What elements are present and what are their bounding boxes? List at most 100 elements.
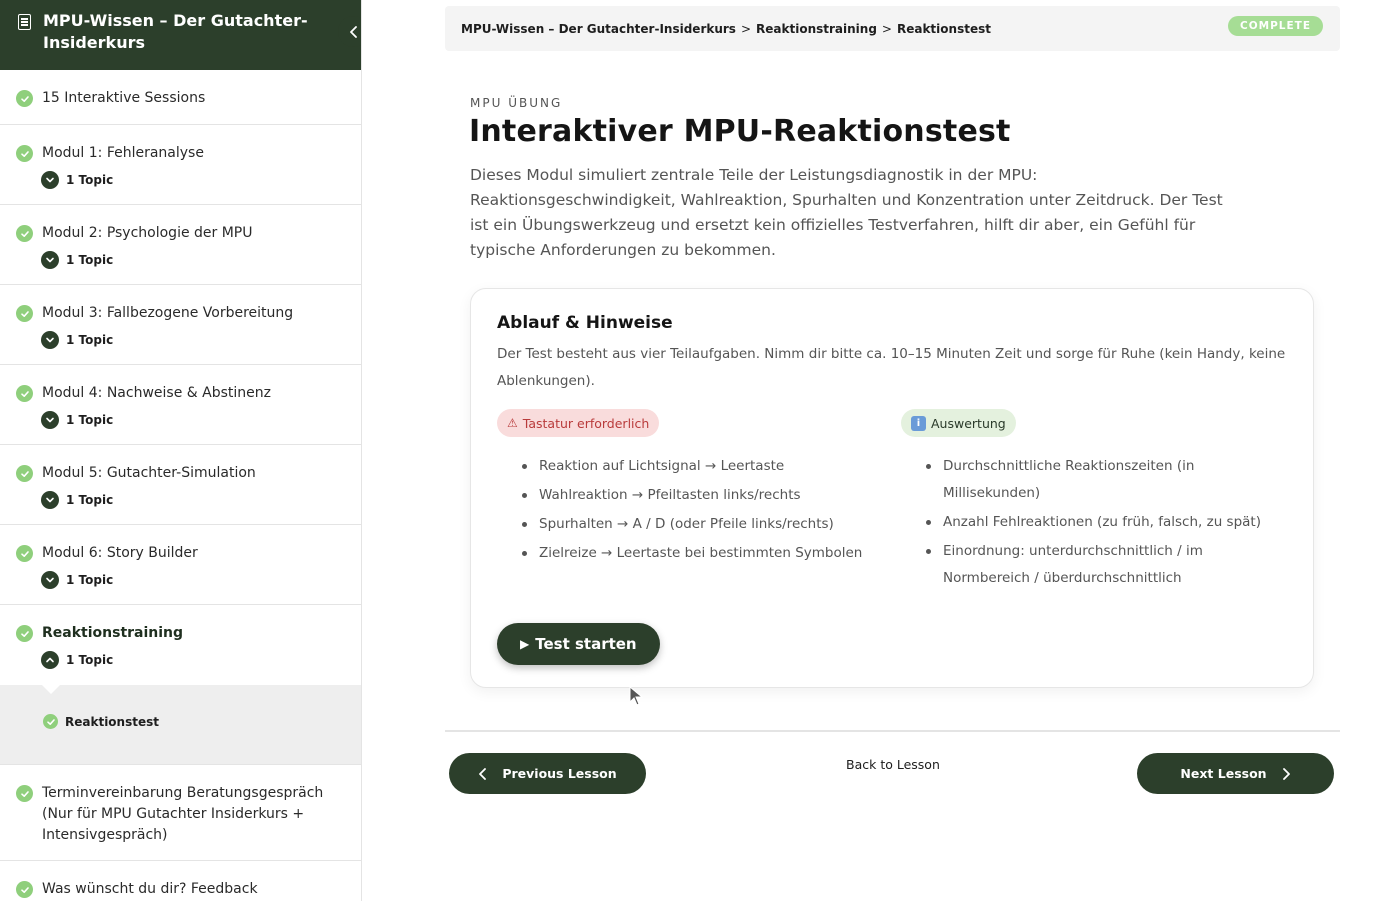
info-icon: i xyxy=(911,415,926,431)
sidebar-item-label: Modul 2: Psychologie der MPU xyxy=(42,225,253,241)
sidebar-item-label: Modul 3: Fallbezogene Vorbereitung xyxy=(42,305,294,321)
divider xyxy=(445,730,1340,732)
list-item: Durchschnittliche Reaktionszeiten (in Mi… xyxy=(923,453,1283,507)
list-item: Spurhalten → A / D (oder Pfeile links/re… xyxy=(519,511,879,538)
mouse-cursor-icon xyxy=(629,686,644,706)
chevron-down-icon xyxy=(41,331,59,349)
sidebar-item-label: Modul 1: Fehleranalyse xyxy=(42,145,204,161)
sidebar-item-label: Was wünscht du dir? Feedback xyxy=(42,881,258,897)
instructions-card: Ablauf & Hinweise Der Test besteht aus v… xyxy=(470,288,1314,688)
topic-expander[interactable]: 1 Topic xyxy=(41,251,345,269)
chevron-left-icon xyxy=(479,767,487,780)
start-test-button[interactable]: ▶ Test starten xyxy=(497,623,660,665)
check-icon xyxy=(16,785,33,802)
list-item: Einordnung: unterdurchschnittlich / im N… xyxy=(923,538,1283,592)
sidebar-item-label: Terminvereinbarung Beratungsgespräch (Nu… xyxy=(42,785,324,843)
back-to-lesson-link[interactable]: Back to Lesson xyxy=(846,757,940,772)
check-icon xyxy=(43,714,58,729)
topic-expander[interactable]: 1 Topic xyxy=(41,411,345,429)
next-lesson-label: Next Lesson xyxy=(1180,766,1267,781)
sidebar-item-modul-4[interactable]: Modul 4: Nachweise & Abstinenz 1 Topic xyxy=(0,365,361,445)
chevron-down-icon xyxy=(41,571,59,589)
breadcrumb-separator: > xyxy=(881,21,892,36)
sidebar-item-reaktionstraining[interactable]: Reaktionstraining 1 Topic xyxy=(0,605,361,685)
sidebar-item-label: Modul 4: Nachweise & Abstinenz xyxy=(42,385,271,401)
topic-expander[interactable]: 1 Topic xyxy=(41,491,345,509)
card-title: Ablauf & Hinweise xyxy=(497,313,673,333)
status-badge: COMPLETE xyxy=(1228,16,1323,36)
sidebar-item-feedback[interactable]: Was wünscht du dir? Feedback xyxy=(0,861,361,901)
list-item: Anzahl Fehlreaktionen (zu früh, falsch, … xyxy=(923,509,1283,536)
chevron-down-icon xyxy=(41,171,59,189)
check-icon xyxy=(16,881,33,898)
topic-count: 1 Topic xyxy=(66,653,114,667)
next-lesson-button[interactable]: Next Lesson xyxy=(1137,753,1334,794)
breadcrumb-module-link[interactable]: Reaktionstraining xyxy=(756,22,877,36)
lesson-eyebrow: MPU ÜBUNG xyxy=(470,96,563,110)
breadcrumb-course-link[interactable]: MPU-Wissen – Der Gutachter-Insiderkurs xyxy=(461,22,736,36)
course-sidebar: MPU-Wissen – Der Gutachter-Insiderkurs 1… xyxy=(0,0,362,901)
sidebar-item-modul-6[interactable]: Modul 6: Story Builder 1 Topic xyxy=(0,525,361,605)
topic-count: 1 Topic xyxy=(66,333,114,347)
sidebar-header: MPU-Wissen – Der Gutachter-Insiderkurs xyxy=(0,0,361,70)
sidebar-item-modul-2[interactable]: Modul 2: Psychologie der MPU 1 Topic xyxy=(0,205,361,285)
card-description: Der Test besteht aus vier Teilaufgaben. … xyxy=(497,346,1286,389)
list-item: Wahlreaktion → Pfeiltasten links/rechts xyxy=(519,482,879,509)
chevron-down-icon xyxy=(41,491,59,509)
evaluation-list: Durchschnittliche Reaktionszeiten (in Mi… xyxy=(923,453,1283,594)
warning-icon: ⚠ xyxy=(507,416,518,430)
topic-expander[interactable]: 1 Topic xyxy=(41,331,345,349)
previous-lesson-button[interactable]: Previous Lesson xyxy=(449,753,646,794)
badge-label: Tastatur erforderlich xyxy=(522,415,650,431)
topic-expander[interactable]: 1 Topic xyxy=(41,171,345,189)
chevron-down-icon xyxy=(41,251,59,269)
chevron-right-icon xyxy=(1282,767,1290,780)
topic-count: 1 Topic xyxy=(66,253,114,267)
topic-count: 1 Topic xyxy=(66,413,114,427)
sidebar-item-modul-1[interactable]: Modul 1: Fehleranalyse 1 Topic xyxy=(0,125,361,205)
breadcrumb-separator: > xyxy=(740,21,752,36)
sidebar-item-modul-5[interactable]: Modul 5: Gutachter-Simulation 1 Topic xyxy=(0,445,361,525)
course-title: MPU-Wissen – Der Gutachter-Insiderkurs xyxy=(43,11,308,52)
breadcrumb: MPU-Wissen – Der Gutachter-Insiderkurs >… xyxy=(445,6,1340,51)
topic-list: Reaktionstest xyxy=(0,684,361,765)
check-icon xyxy=(16,625,33,642)
task-list: Reaktion auf Lichtsignal → Leertaste Wah… xyxy=(519,453,879,569)
check-icon xyxy=(16,385,33,402)
list-item: Zielreize → Leertaste bei bestimmten Sym… xyxy=(519,540,879,567)
sidebar-item-modul-3[interactable]: Modul 3: Fallbezogene Vorbereitung 1 Top… xyxy=(0,285,361,365)
check-icon xyxy=(16,305,33,322)
collapse-sidebar-button[interactable] xyxy=(338,16,361,47)
sidebar-item-label: Modul 6: Story Builder xyxy=(42,545,198,561)
topic-item-reaktionstest[interactable]: Reaktionstest xyxy=(43,714,159,729)
topic-count: 1 Topic xyxy=(66,173,114,187)
topic-count: 1 Topic xyxy=(66,573,114,587)
check-icon xyxy=(16,225,33,242)
topic-expander[interactable]: 1 Topic xyxy=(41,571,345,589)
check-icon xyxy=(16,90,33,107)
topic-count: 1 Topic xyxy=(66,493,114,507)
evaluation-badge: i Auswertung xyxy=(901,409,1016,437)
keyboard-required-badge: ⚠ Tastatur erforderlich xyxy=(497,409,660,437)
topic-collapser[interactable]: 1 Topic xyxy=(41,651,345,669)
page-title: Interaktiver MPU-Reaktionstest xyxy=(469,114,1011,149)
badge-label: Auswertung xyxy=(931,415,1006,431)
check-icon xyxy=(16,545,33,562)
chevron-left-icon xyxy=(349,25,357,38)
document-icon xyxy=(18,14,31,30)
sidebar-item-terminvereinbarung[interactable]: Terminvereinbarung Beratungsgespräch (Nu… xyxy=(0,765,361,861)
previous-lesson-label: Previous Lesson xyxy=(502,766,617,781)
sidebar-item-label: 15 Interaktive Sessions xyxy=(42,90,206,106)
topic-item-label: Reaktionstest xyxy=(65,714,159,729)
lesson-intro: Dieses Modul simuliert zentrale Teile de… xyxy=(470,166,1223,259)
chevron-up-icon xyxy=(41,651,59,669)
chevron-down-icon xyxy=(41,411,59,429)
check-icon xyxy=(16,145,33,162)
breadcrumb-current: Reaktionstest xyxy=(896,21,991,36)
sidebar-item-sessions[interactable]: 15 Interaktive Sessions xyxy=(0,70,361,125)
start-test-label: Test starten xyxy=(535,635,637,653)
list-item: Reaktion auf Lichtsignal → Leertaste xyxy=(519,453,879,480)
sidebar-item-label: Reaktionstraining xyxy=(42,625,184,641)
play-icon: ▶ xyxy=(520,637,530,651)
sidebar-item-label: Modul 5: Gutachter-Simulation xyxy=(42,465,256,481)
